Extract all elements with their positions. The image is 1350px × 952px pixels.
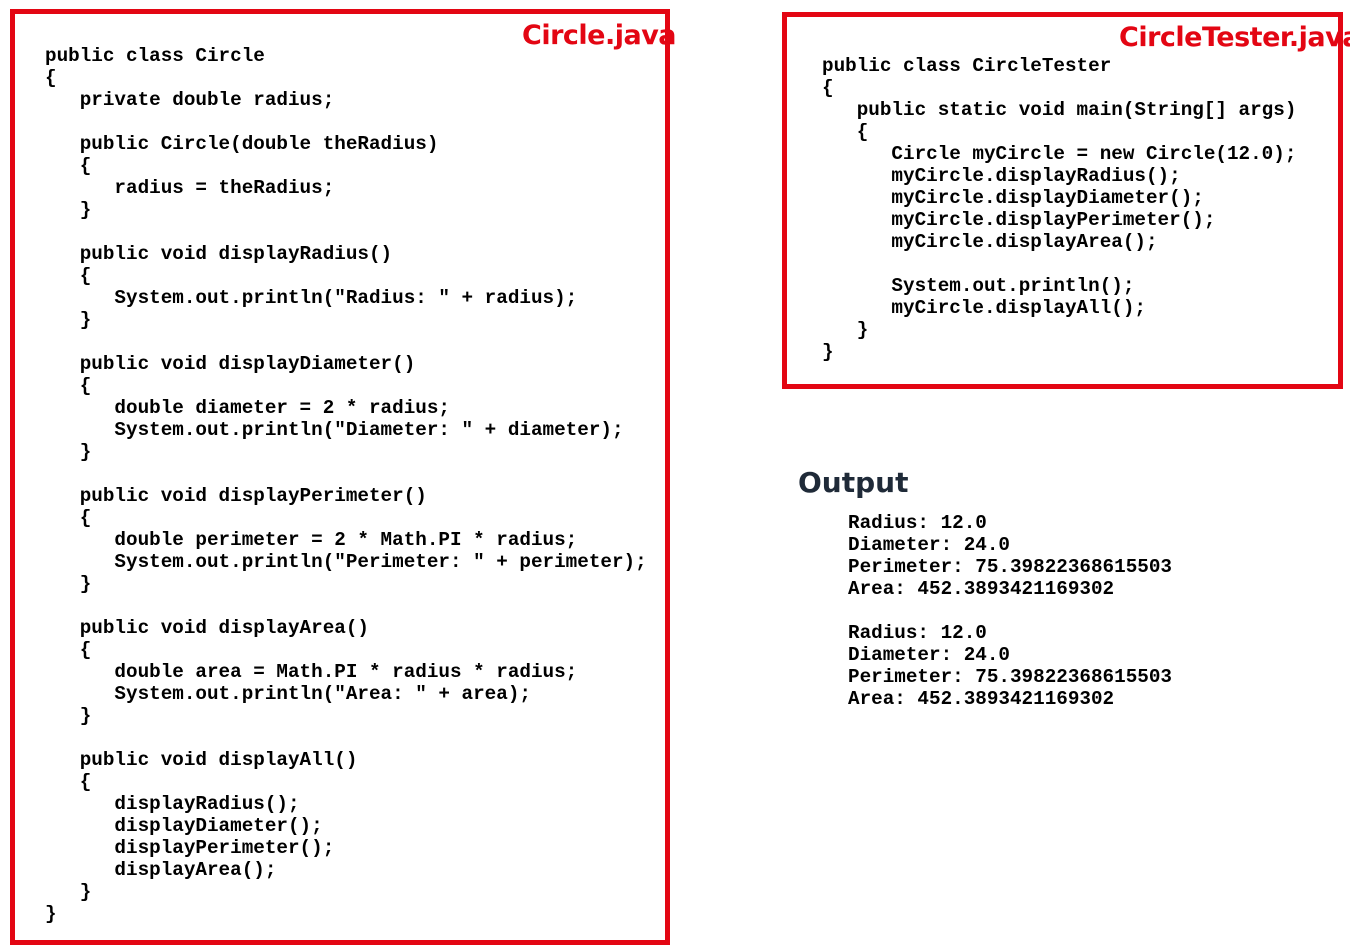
program-output-line: Perimeter: 75.39822368615503	[848, 666, 1172, 688]
circle-java-code-line: displayArea();	[45, 859, 277, 881]
program-output-line: Radius: 12.0	[848, 622, 987, 644]
circle-java-code-line: public void displayPerimeter()	[45, 485, 427, 507]
circle-java-code-line: }	[45, 573, 92, 595]
circle-java-code-line	[45, 331, 647, 353]
circle-java-code-line: {	[45, 507, 92, 529]
program-output-line: Radius: 12.0	[848, 512, 987, 534]
program-output-line: Perimeter: 75.39822368615503	[848, 556, 1172, 578]
circle-java-code-line: }	[45, 309, 92, 331]
circle-tester-java-code-line: System.out.println();	[822, 275, 1135, 297]
circle-tester-java-code-line: public static void main(String[] args)	[822, 99, 1297, 121]
circle-java-code-line	[45, 595, 647, 617]
circle-java-code-line: }	[45, 881, 92, 903]
circle-java-code-line: double diameter = 2 * radius;	[45, 397, 450, 419]
circle-tester-java-title: CircleTester.java	[1119, 22, 1350, 53]
circle-java-code-line: System.out.println("Area: " + area);	[45, 683, 531, 705]
circle-java-code-line: public Circle(double theRadius)	[45, 133, 439, 155]
circle-java-code-line: {	[45, 265, 92, 287]
circle-java-code-line: }	[45, 903, 57, 925]
circle-tester-java-code: public class CircleTester{ public static…	[822, 55, 1296, 363]
circle-java-code-line: public void displayAll()	[45, 749, 358, 771]
circle-java-code-line: public void displayRadius()	[45, 243, 393, 265]
circle-tester-java-code-line: {	[822, 77, 834, 99]
circle-java-code-line: System.out.println("Perimeter: " + perim…	[45, 551, 647, 573]
circle-java-code-line	[45, 111, 647, 133]
circle-java-code-line: {	[45, 639, 92, 661]
circle-java-code-line: {	[45, 375, 92, 397]
circle-java-code-line: displayPerimeter();	[45, 837, 335, 859]
circle-tester-java-code-line	[822, 253, 1296, 275]
circle-java-code-line: }	[45, 705, 92, 727]
program-output-line: Area: 452.3893421169302	[848, 578, 1115, 600]
circle-java-code-line: public void displayArea()	[45, 617, 369, 639]
circle-java-code-line: }	[45, 441, 92, 463]
circle-tester-java-code-line: }	[822, 319, 869, 341]
circle-java-code-line: }	[45, 199, 92, 221]
circle-tester-java-code-line: myCircle.displayRadius();	[822, 165, 1181, 187]
program-output-line: Diameter: 24.0	[848, 644, 1010, 666]
circle-java-code-line: public void displayDiameter()	[45, 353, 416, 375]
program-output-line	[848, 600, 1172, 622]
program-output-line: Diameter: 24.0	[848, 534, 1010, 556]
circle-tester-java-code-line: myCircle.displayPerimeter();	[822, 209, 1216, 231]
circle-java-code-line: displayRadius();	[45, 793, 300, 815]
circle-java-code-line: {	[45, 155, 92, 177]
circle-java-code-line: System.out.println("Diameter: " + diamet…	[45, 419, 624, 441]
circle-java-code-line: double perimeter = 2 * Math.PI * radius;	[45, 529, 578, 551]
circle-java-code-line: {	[45, 771, 92, 793]
circle-tester-java-code-line: myCircle.displayDiameter();	[822, 187, 1204, 209]
circle-java-code: public class Circle{ private double radi…	[45, 45, 647, 925]
circle-tester-java-code-line: }	[822, 341, 834, 363]
circle-java-code-line: public class Circle	[45, 45, 265, 67]
circle-tester-java-code-line: {	[822, 121, 869, 143]
circle-tester-java-code-line: myCircle.displayAll();	[822, 297, 1146, 319]
circle-java-code-line: radius = theRadius;	[45, 177, 335, 199]
circle-java-code-line	[45, 463, 647, 485]
circle-tester-java-code-line: Circle myCircle = new Circle(12.0);	[822, 143, 1297, 165]
circle-java-code-line: {	[45, 67, 57, 89]
program-output: Radius: 12.0 Diameter: 24.0 Perimeter: 75.…	[848, 512, 1172, 710]
circle-java-code-line: displayDiameter();	[45, 815, 323, 837]
output-heading: Output	[798, 466, 909, 499]
circle-java-code-line: private double radius;	[45, 89, 335, 111]
circle-java-code-line	[45, 727, 647, 749]
program-output-line: Area: 452.3893421169302	[848, 688, 1115, 710]
circle-java-code-line: double area = Math.PI * radius * radius;	[45, 661, 578, 683]
circle-tester-java-code-line: public class CircleTester	[822, 55, 1112, 77]
circle-java-code-line: System.out.println("Radius: " + radius);	[45, 287, 578, 309]
circle-java-code-line	[45, 221, 647, 243]
circle-tester-java-code-line: myCircle.displayArea();	[822, 231, 1158, 253]
